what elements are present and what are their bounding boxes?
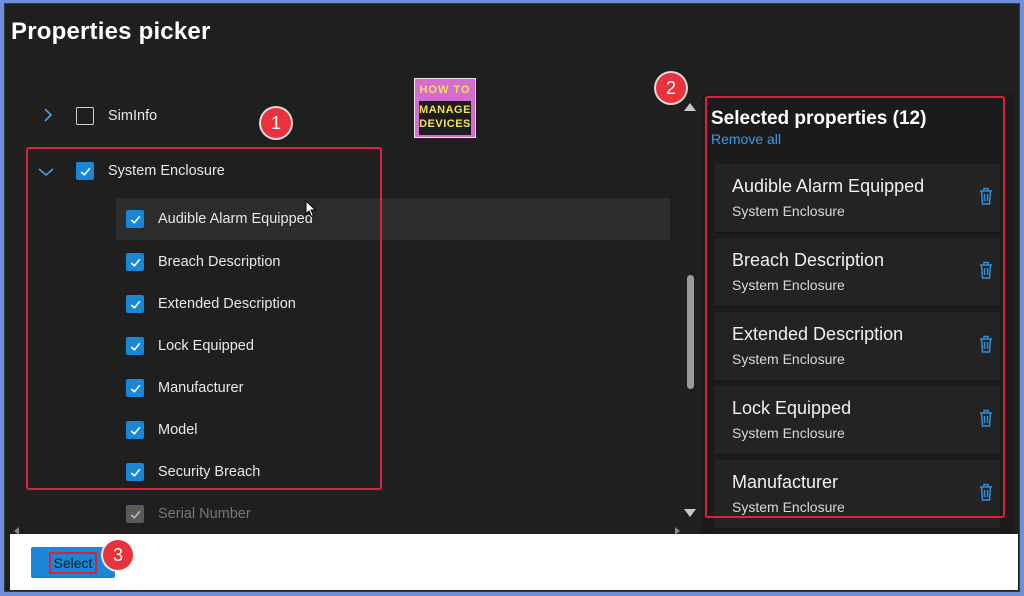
logo-dark-block: MANAGE DEVICES — [419, 101, 471, 135]
horizontal-scrollbar[interactable] — [12, 526, 682, 535]
tree-item-siminfo[interactable]: SimInfo — [76, 101, 157, 131]
annotation-badge-3: 3 — [103, 540, 133, 570]
checkmark-icon — [130, 510, 140, 519]
mouse-cursor-icon — [305, 200, 317, 218]
tree-item-label: Serial Number — [158, 506, 251, 522]
annotation-badge-2: 2 — [656, 73, 686, 103]
scroll-up-icon[interactable] — [684, 103, 696, 111]
tree-child-item-disabled: Serial Number — [126, 499, 251, 524]
annotation-badge-1: 1 — [261, 108, 291, 138]
vertical-scrollbar[interactable] — [681, 95, 699, 525]
checkbox-disabled — [126, 505, 144, 523]
checkbox[interactable] — [76, 107, 94, 125]
select-button-label: Select — [48, 551, 98, 574]
footer-bar — [10, 534, 1018, 590]
annotation-box-selected — [705, 96, 1005, 518]
scroll-thumb[interactable] — [687, 275, 694, 389]
logo-text-top: HOW TO — [419, 84, 471, 96]
annotation-box-tree — [26, 147, 382, 490]
tree-item-label: SimInfo — [108, 108, 158, 124]
logo-text-bottom: DEVICES — [419, 118, 471, 130]
scroll-down-icon[interactable] — [684, 509, 696, 517]
page-title: Properties picker — [11, 18, 211, 45]
how-to-manage-devices-logo: HOW TO MANAGE DEVICES — [414, 78, 476, 138]
logo-text-middle: MANAGE — [419, 104, 471, 116]
chevron-right-icon[interactable] — [40, 107, 56, 123]
